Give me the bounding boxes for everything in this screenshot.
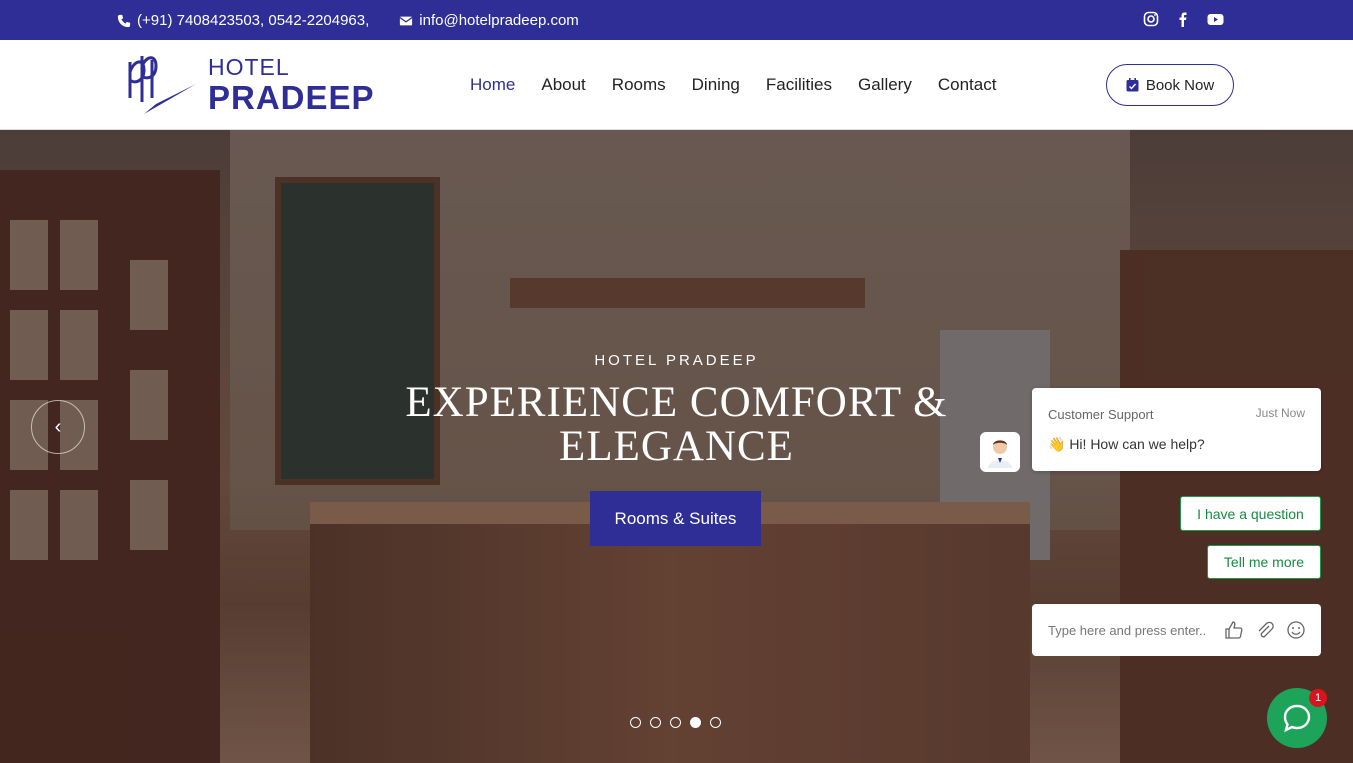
rooms-suites-button[interactable]: Rooms & Suites xyxy=(590,491,761,546)
support-avatar xyxy=(980,432,1020,472)
book-now-label: Book Now xyxy=(1145,76,1215,94)
site-header: HOTEL PRADEEP Home About Rooms Dining Fa… xyxy=(0,40,1353,130)
phone-numbers[interactable]: (+91) 7408423503, 0542-2204963, xyxy=(137,12,369,29)
contact-info: (+91) 7408423503, 0542-2204963, info@hot… xyxy=(117,12,579,29)
thumbs-up-icon[interactable] xyxy=(1224,620,1244,640)
chat-message-bubble: Customer Support Just Now 👋 Hi! How can … xyxy=(1032,388,1321,471)
slide-dot-1[interactable] xyxy=(630,717,641,728)
nav-about[interactable]: About xyxy=(541,75,585,95)
slide-dot-3[interactable] xyxy=(670,717,681,728)
chat-input-bar xyxy=(1032,604,1321,656)
nav-facilities[interactable]: Facilities xyxy=(766,75,832,95)
chat-message-text: 👋 Hi! How can we help? xyxy=(1048,436,1205,452)
quick-reply-tell-more[interactable]: Tell me more xyxy=(1207,545,1321,579)
slider-dots xyxy=(630,717,721,728)
phone-icon xyxy=(117,14,131,28)
slide-dot-2[interactable] xyxy=(650,717,661,728)
facebook-icon[interactable] xyxy=(1175,11,1191,27)
chat-agent-name: Customer Support xyxy=(1048,407,1154,422)
chat-timestamp: Just Now xyxy=(1255,406,1305,420)
nav-contact[interactable]: Contact xyxy=(938,75,997,95)
nav-gallery[interactable]: Gallery xyxy=(858,75,912,95)
chevron-left-icon: ‹ xyxy=(54,415,62,438)
instagram-icon[interactable] xyxy=(1143,11,1159,27)
nav-rooms[interactable]: Rooms xyxy=(612,75,666,95)
email-link[interactable]: info@hotelpradeep.com xyxy=(419,12,579,29)
main-nav: Home About Rooms Dining Facilities Galle… xyxy=(470,75,996,95)
chat-notification-badge: 1 xyxy=(1309,689,1327,707)
nav-home[interactable]: Home xyxy=(470,75,515,95)
chat-bubble-icon xyxy=(1283,704,1311,733)
logo-text: HOTEL PRADEEP xyxy=(208,54,375,116)
quick-reply-question[interactable]: I have a question xyxy=(1180,496,1321,531)
logo-hotel: HOTEL xyxy=(208,54,290,80)
prev-slide-button[interactable]: ‹ xyxy=(31,400,85,454)
social-links xyxy=(1143,11,1224,27)
paperclip-icon[interactable] xyxy=(1255,620,1275,640)
envelope-icon xyxy=(399,14,413,28)
chat-input[interactable] xyxy=(1048,622,1213,638)
emoji-icon[interactable] xyxy=(1286,620,1306,640)
nav-dining[interactable]: Dining xyxy=(692,75,740,95)
hero-subtitle: HOTEL PRADEEP xyxy=(594,352,759,369)
logo-name: PRADEEP xyxy=(208,79,375,116)
top-bar: (+91) 7408423503, 0542-2204963, info@hot… xyxy=(0,0,1353,40)
hotel-logo[interactable]: HOTEL PRADEEP xyxy=(122,52,375,118)
calendar-icon xyxy=(1126,78,1139,92)
logo-mark-icon xyxy=(128,56,196,114)
slide-dot-4[interactable] xyxy=(690,717,701,728)
book-now-button[interactable]: Book Now xyxy=(1106,64,1234,106)
slide-dot-5[interactable] xyxy=(710,717,721,728)
agent-avatar-icon xyxy=(988,440,1012,468)
youtube-icon[interactable] xyxy=(1207,11,1224,27)
